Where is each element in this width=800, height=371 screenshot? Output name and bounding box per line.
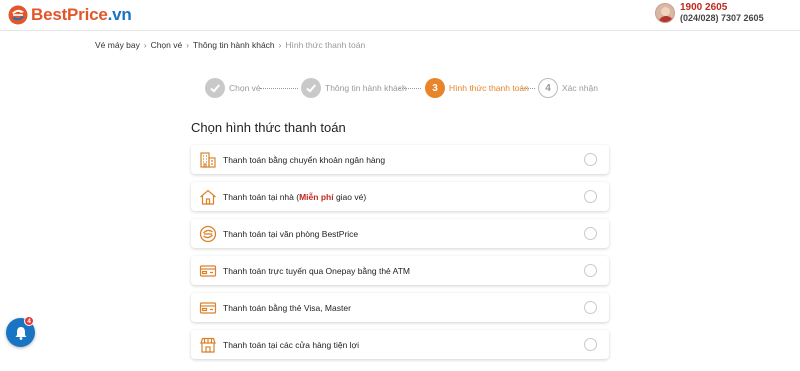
bestprice-office-icon [199, 225, 217, 243]
hotline-number: 1900 2605 [680, 2, 728, 13]
payment-option-at-home[interactable]: Thanh toán tại nhà (Miễn phí giao vé) [191, 182, 609, 211]
payment-option-bank-transfer[interactable]: Thanh toán bằng chuyển khoản ngân hàng [191, 145, 609, 174]
bestprice-logo-icon [8, 5, 28, 25]
breadcrumb-item-payment: Hình thức thanh toán [285, 40, 366, 50]
payment-radio[interactable] [584, 301, 597, 314]
payment-radio[interactable] [584, 227, 597, 240]
logo-text: BestPrice.vn [31, 5, 132, 25]
payment-option-visa-master[interactable]: Thanh toán bằng thẻ Visa, Master [191, 293, 609, 322]
label-text: Thanh toán tại nhà ( [223, 191, 300, 202]
free-highlight: Miễn phí [299, 191, 334, 202]
bank-building-icon [199, 151, 217, 169]
bell-icon [15, 326, 26, 340]
breadcrumb-item-passenger-info[interactable]: Thông tin hành khách [193, 40, 275, 50]
payment-option-label: Thanh toán bằng thẻ Visa, Master [223, 302, 351, 313]
payment-radio[interactable] [584, 338, 597, 351]
logo-brand: BestPrice [31, 5, 108, 24]
payment-radio[interactable] [584, 190, 597, 203]
label-text: giao vé) [333, 191, 367, 202]
payment-option-label: Thanh toán tại văn phòng BestPrice [223, 228, 359, 239]
breadcrumb-item-choose-ticket[interactable]: Chọn vé [151, 40, 183, 50]
credit-card-icon [199, 299, 217, 317]
breadcrumb-separator: › [186, 40, 189, 50]
breadcrumb: Vé máy bay › Chọn vé › Thông tin hành kh… [95, 40, 365, 50]
bestprice-logo[interactable]: BestPrice.vn [8, 5, 132, 25]
support-avatar [655, 3, 675, 23]
atm-card-icon [199, 262, 217, 280]
breadcrumb-separator: › [143, 40, 147, 50]
step-4-label: Xác nhận [562, 83, 598, 93]
step-2-label: Thông tin hành khách [325, 83, 407, 93]
payment-option-label: Thanh toán bằng chuyển khoản ngân hàng [223, 154, 386, 165]
hotline[interactable]: 1900 2605 (024/028) 7307 2605 [655, 3, 764, 23]
step-1-check-icon [205, 78, 225, 98]
payment-option-label: Thanh toán trực tuyến qua Onepay bằng th… [223, 265, 410, 276]
top-header: BestPrice.vn 1900 2605 (024/028) 7307 26… [0, 0, 800, 31]
payment-option-label: Thanh toán tại nhà (Miễn phí giao vé) [223, 192, 366, 202]
step-divider [399, 88, 421, 89]
checkout-steps: Chọn vé Thông tin hành khách 3 Hình thức… [205, 78, 605, 98]
logo-suffix: .vn [107, 5, 132, 24]
notification-badge: 4 [24, 316, 34, 326]
step-3-number: 3 [425, 78, 445, 98]
hotline-secondary: (024/028) 7307 2605 [680, 13, 764, 23]
convenience-store-icon [199, 336, 217, 354]
step-divider [260, 88, 298, 89]
payment-option-label: Thanh toán tại các cửa hàng tiện lợi [223, 339, 360, 350]
breadcrumb-item-flights[interactable]: Vé máy bay [95, 40, 140, 50]
payment-radio[interactable] [584, 153, 597, 166]
home-icon [199, 188, 217, 206]
payment-option-office[interactable]: Thanh toán tại văn phòng BestPrice [191, 219, 609, 248]
step-4-number: 4 [538, 78, 558, 98]
step-2-check-icon [301, 78, 321, 98]
payment-option-atm[interactable]: Thanh toán trực tuyến qua Onepay bằng th… [191, 256, 609, 285]
payment-option-convenience-store[interactable]: Thanh toán tại các cửa hàng tiện lợi [191, 330, 609, 359]
breadcrumb-separator: › [278, 40, 282, 50]
page-title: Chọn hình thức thanh toán [191, 120, 346, 135]
payment-radio[interactable] [584, 264, 597, 277]
step-divider [521, 88, 535, 89]
step-1-label: Chọn vé [229, 83, 261, 93]
step-3-label: Hình thức thanh toán [449, 83, 529, 93]
